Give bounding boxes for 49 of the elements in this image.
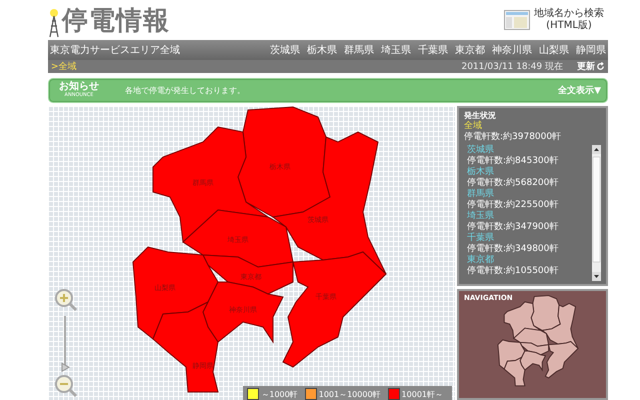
prefecture-link[interactable]: 千葉県: [418, 43, 448, 57]
refresh-icon[interactable]: [596, 62, 605, 71]
area-name: 全域: [464, 121, 483, 132]
prefecture-region[interactable]: [152, 126, 268, 244]
prefecture-name[interactable]: 群馬県: [467, 189, 558, 200]
prefecture-name[interactable]: 茨城県: [467, 145, 558, 156]
prefecture-link[interactable]: 静岡県: [576, 43, 606, 57]
prefecture-link[interactable]: 群馬県: [344, 43, 374, 57]
outage-count: 停電軒数:約225500軒: [467, 200, 558, 210]
prefecture-region[interactable]: [132, 246, 219, 340]
page-title: 停電情報: [62, 4, 170, 38]
prefecture-link[interactable]: 茨城県: [270, 43, 300, 57]
prefecture-name[interactable]: 東京都: [467, 255, 558, 266]
legend-label: 1001～10000軒: [318, 388, 381, 400]
announce-title: お知らせ: [59, 82, 99, 90]
prefecture-link[interactable]: 山梨県: [539, 43, 569, 57]
prefecture-region[interactable]: [272, 131, 386, 274]
status-title: 発生状況: [464, 110, 497, 120]
region-search-link[interactable]: 地域名から検索 (HTML版): [534, 8, 604, 32]
prefecture-region[interactable]: [182, 209, 294, 268]
legend-label: ～1000軒: [261, 388, 298, 400]
outage-count: 停電軒数:約568200軒: [467, 178, 558, 188]
outage-count: 停電軒数:約349800軒: [467, 244, 558, 254]
prefecture-region[interactable]: [202, 282, 284, 344]
timestamp: 2011/03/11 18:49 現在: [461, 60, 563, 73]
slider-handle[interactable]: [62, 362, 70, 372]
prefecture-link[interactable]: 栃木県: [307, 43, 337, 57]
service-area-link[interactable]: 東京電力サービスエリア全域: [50, 43, 180, 57]
prefecture-region[interactable]: [237, 106, 331, 218]
outage-count: 停電軒数:約845300軒: [467, 156, 558, 166]
breadcrumb[interactable]: >全域: [51, 60, 462, 73]
prefecture-region[interactable]: [202, 254, 294, 295]
scrollbar[interactable]: [592, 145, 601, 281]
prefecture-region[interactable]: [152, 300, 219, 392]
legend-label: 10001軒～: [402, 388, 443, 400]
prefecture-region[interactable]: [282, 251, 387, 368]
outage-count: 停電軒数:約347900軒: [467, 222, 558, 232]
power-tower-icon: [48, 8, 60, 38]
prefecture-link[interactable]: 埼玉県: [381, 43, 411, 57]
prefecture-name[interactable]: 栃木県: [467, 167, 558, 178]
refresh-button[interactable]: 更新: [577, 60, 605, 73]
announce-message: 各地で停電が発生しております。: [125, 85, 246, 96]
prefecture-name[interactable]: 千葉県: [467, 233, 558, 244]
prefecture-link[interactable]: 神奈川県: [492, 43, 532, 57]
outage-count: 停電軒数:約3978000軒: [464, 132, 562, 143]
prefecture-name[interactable]: 埼玉県: [467, 211, 558, 222]
outage-count: 停電軒数:約105500軒: [467, 266, 558, 277]
prefecture-link[interactable]: 東京都: [455, 43, 485, 57]
page-thumbnail-icon[interactable]: [504, 10, 530, 30]
